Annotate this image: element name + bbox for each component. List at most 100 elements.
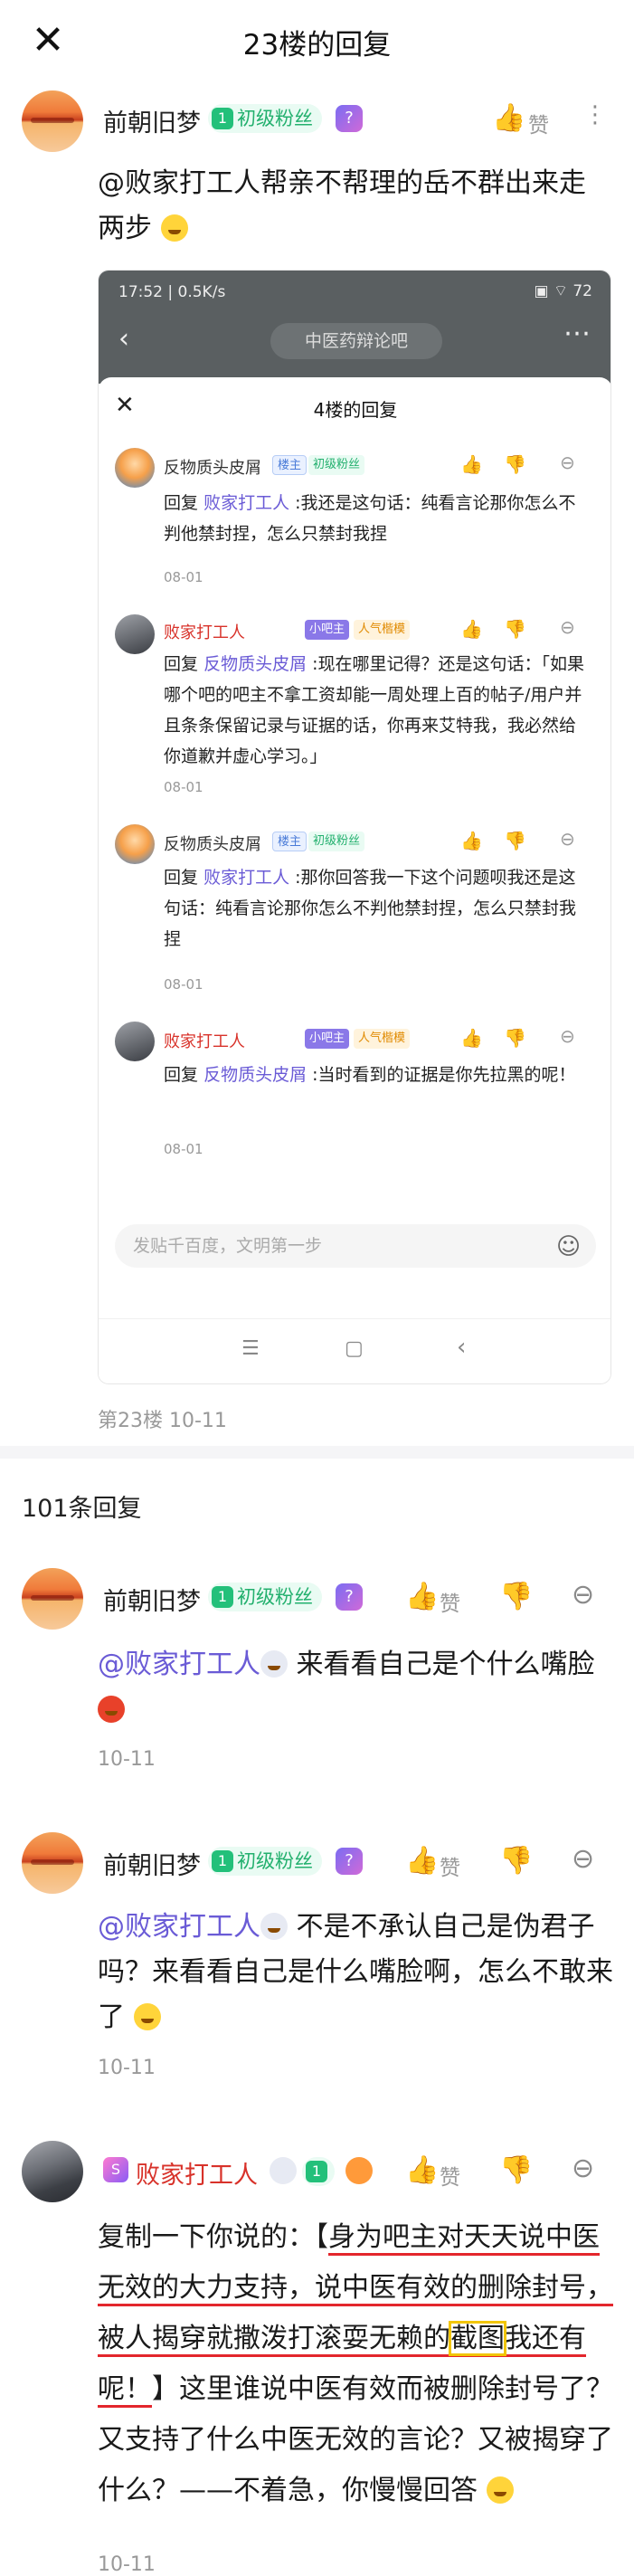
comment-icon: ⊖ [560, 1025, 575, 1047]
comment-icon: ⊖ [560, 616, 575, 638]
question-badge-icon: ? [336, 1848, 363, 1875]
like-label[interactable]: 赞 [440, 1586, 460, 1617]
reply-text: 回复 反物质头皮屑 :现在哪里记得？还是这句话：「如果哪个吧的吧主不拿工资却能一… [164, 654, 585, 766]
dislike-icon: 👎 [504, 453, 526, 475]
fan-level-badge: 1 初级粉丝 [208, 1847, 322, 1876]
back-icon: ‹ [118, 323, 129, 355]
dislike-icon: 👎 [504, 1027, 526, 1049]
comment-icon: ⊖ [560, 452, 575, 473]
status-icons: ▣ ⌔ 72 [534, 282, 592, 300]
post-meta: 第23楼 10-11 [98, 1410, 227, 1432]
header: ✕ 23楼的回复 [0, 0, 634, 81]
fan-level-badge: 1 [302, 2157, 335, 2186]
username[interactable]: 前朝旧梦 [103, 1582, 201, 1617]
status-bar: 17:52 | 0.5K/s ▣ ⌔ 72 ‹ 中医药辩论吧 ⋯ [99, 271, 610, 384]
owner-tag: 楼主 [272, 455, 308, 475]
page-title: 23楼的回复 [242, 29, 392, 62]
android-nav-bar: ☰ ▢ ‹ [99, 1318, 610, 1383]
avatar [115, 614, 155, 654]
comment-icon[interactable]: ⊖ [572, 2153, 594, 2184]
moon-emoji-icon [260, 1913, 288, 1940]
moon-emoji-icon [260, 1650, 288, 1678]
forum-pill: 中医药辩论吧 [270, 323, 442, 359]
reply-username: 反物质头皮屑 [164, 835, 261, 854]
question-badge-icon: ? [336, 1583, 363, 1611]
reply-text: 回复 反物质头皮屑 :当时看到的证据是你先拉黑的呢！ [164, 1065, 576, 1085]
reply-panel: ✕ 4楼的回复 反物质头皮屑 楼主 初级粉丝 👍 👎 ⊖ 回复 败家打工人 :我… [99, 377, 610, 1383]
comment-date: 10-11 [98, 2553, 156, 2576]
laugh-emoji-icon [486, 2476, 514, 2504]
status-time: 17:52 | 0.5K/s [118, 283, 226, 301]
divider [0, 1446, 634, 1459]
dislike-icon[interactable]: 👎 [499, 1582, 533, 1612]
fan-level-badge: 1 初级粉丝 [208, 104, 322, 133]
like-label[interactable]: 赞 [440, 1850, 460, 1881]
fan-tag: 初级粉丝 [308, 455, 365, 475]
replies-count: 101条回复 [22, 1495, 142, 1523]
popular-badge-icon [345, 2157, 373, 2184]
avatar[interactable] [22, 2141, 83, 2202]
fan-level-badge: 1 初级粉丝 [208, 1583, 322, 1611]
back-icon: ‹ [457, 1334, 467, 1361]
username[interactable]: 败家打工人 [136, 2155, 258, 2191]
like-label[interactable]: 赞 [528, 108, 549, 138]
avatar [115, 448, 155, 488]
post-text: @败家打工人帮亲不帮理的岳不群出来走两步 [98, 167, 586, 244]
like-icon: 👍 [460, 830, 483, 851]
embedded-screenshot[interactable]: 17:52 | 0.5K/s ▣ ⌔ 72 ‹ 中医药辩论吧 ⋯ ✕ 4楼的回复… [98, 270, 611, 1384]
avatar [115, 824, 155, 864]
highlight-box: 截图 [449, 2321, 506, 2356]
shocked-emoji-icon [133, 2003, 161, 2030]
comment-icon: ⊖ [560, 828, 575, 850]
popular-tag: 人气楷模 [354, 620, 411, 640]
moderator-tag: 小吧主 [305, 620, 350, 640]
dislike-icon: 👎 [504, 830, 526, 851]
avatar[interactable] [22, 1832, 83, 1894]
comment-date: 10-11 [98, 1748, 156, 1771]
reply-date: 08-01 [164, 779, 203, 795]
more-icon[interactable]: ⋮ [583, 100, 607, 130]
avatar[interactable] [22, 1568, 83, 1630]
reply-text: 回复 败家打工人 :那你回答我一下这个问题呗我还是这句话：纯看言论那你怎么不判他… [164, 868, 577, 949]
reply-text: 回复 败家打工人 :我还是这句话：纯看言论那你怎么不判他禁封捏，怎么只禁封我捏 [164, 493, 576, 544]
like-icon[interactable]: 👍 [405, 1582, 439, 1612]
comment-icon[interactable]: ⊖ [572, 1580, 594, 1611]
panel-title: 4楼的回复 [313, 399, 398, 421]
like-icon: 👍 [460, 453, 483, 475]
moderator-tag: 小吧主 [305, 1029, 350, 1049]
username[interactable]: 前朝旧梦 [103, 1846, 201, 1881]
like-icon: 👍 [460, 618, 483, 640]
menu-icon: ☰ [241, 1337, 260, 1360]
dislike-icon[interactable]: 👎 [499, 1846, 533, 1877]
reply-date: 08-01 [164, 569, 203, 585]
like-label[interactable]: 赞 [440, 2160, 460, 2191]
owner-tag: 楼主 [272, 832, 308, 851]
reply-date: 08-01 [164, 1141, 203, 1157]
emoji-icon: ☺ [556, 1233, 582, 1260]
laugh-emoji-icon [160, 214, 188, 242]
comment-text: @败家打工人 来看看自己是个什么嘴脸 [98, 1642, 613, 1733]
username[interactable]: 前朝旧梦 [103, 103, 201, 138]
like-icon[interactable]: 👍 [492, 103, 525, 134]
comment-icon[interactable]: ⊖ [572, 1844, 594, 1875]
moon-badge-icon [270, 2157, 297, 2184]
more-icon: ⋯ [563, 318, 591, 349]
home-icon: ▢ [345, 1337, 364, 1360]
comment-text: @败家打工人 不是不承认自己是伪君子吗？来看看自己是什么嘴脸啊，怎么不敢来了 [98, 1911, 613, 2033]
comment-date: 10-11 [98, 2057, 156, 2079]
comment-text: 复制一下你说的：【身为吧主对天天说中医无效的大力支持，说中医有效的删除封号，被人… [98, 2221, 613, 2506]
dislike-icon[interactable]: 👎 [499, 2155, 533, 2186]
angry-emoji-icon [98, 1696, 125, 1723]
reply-username: 败家打工人 [164, 1032, 245, 1051]
fan-tag: 初级粉丝 [308, 832, 365, 851]
like-icon[interactable]: 👍 [405, 2155, 439, 2186]
avatar [115, 1022, 155, 1061]
dislike-icon: 👎 [504, 618, 526, 640]
popular-tag: 人气楷模 [354, 1029, 411, 1049]
like-icon[interactable]: 👍 [405, 1846, 439, 1877]
reply-username: 反物质头皮屑 [164, 459, 261, 478]
avatar[interactable] [22, 90, 83, 152]
like-icon: 👍 [460, 1027, 483, 1049]
level-s-icon: S [103, 2157, 128, 2182]
reply-input: 发贴千百度，文明第一步 [115, 1224, 596, 1268]
